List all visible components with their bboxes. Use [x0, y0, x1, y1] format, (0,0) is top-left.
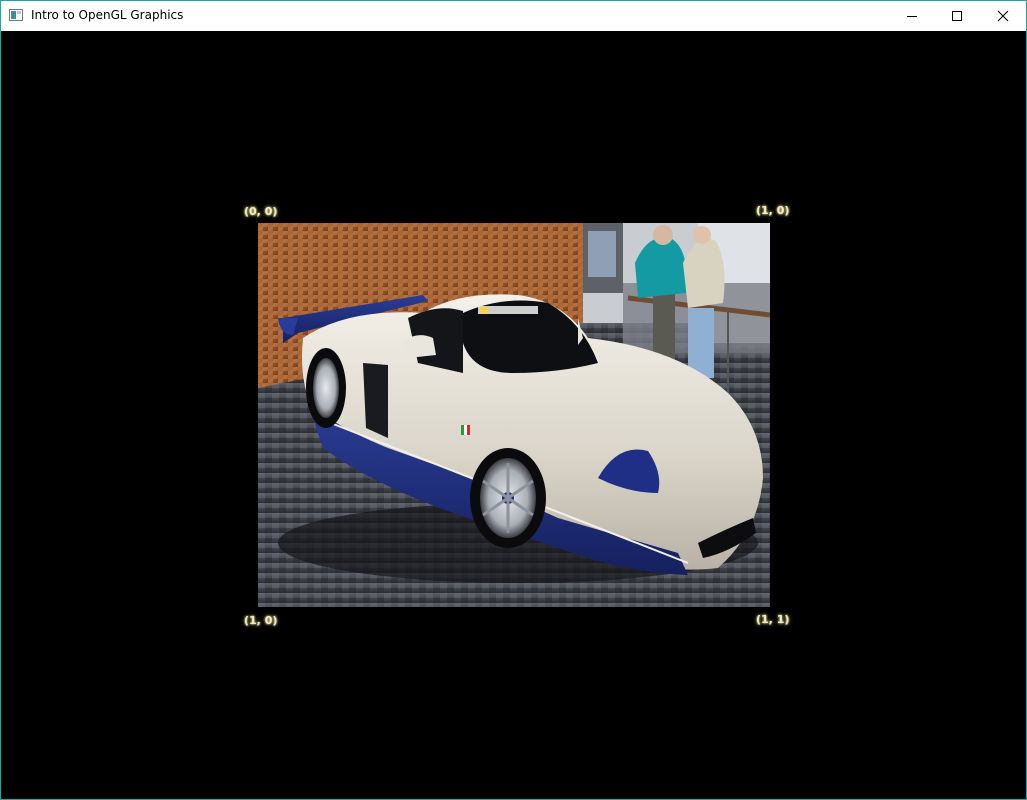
close-icon	[997, 10, 1009, 22]
window-title: Intro to OpenGL Graphics	[31, 8, 184, 22]
texcoord-label-bottom-right: (1, 1)	[756, 613, 790, 626]
maximize-icon	[952, 11, 962, 21]
texcoord-label-top-right: (1, 0)	[756, 204, 790, 217]
app-window: Intro to OpenGL Graphics (0, 0) (1, 0) (…	[0, 0, 1027, 800]
close-button[interactable]	[980, 1, 1026, 31]
textured-quad	[258, 223, 770, 607]
minimize-button[interactable]	[889, 1, 935, 31]
title-bar[interactable]: Intro to OpenGL Graphics	[1, 1, 1026, 31]
texture-photo	[258, 223, 770, 607]
app-icon	[9, 9, 23, 21]
minimize-icon	[907, 16, 917, 17]
texcoord-label-bottom-left: (1, 0)	[244, 614, 278, 627]
opengl-viewport[interactable]: (0, 0) (1, 0) (1, 0) (1, 1)	[1, 31, 1026, 799]
texcoord-label-top-left: (0, 0)	[244, 205, 278, 218]
maximize-button[interactable]	[934, 1, 980, 31]
